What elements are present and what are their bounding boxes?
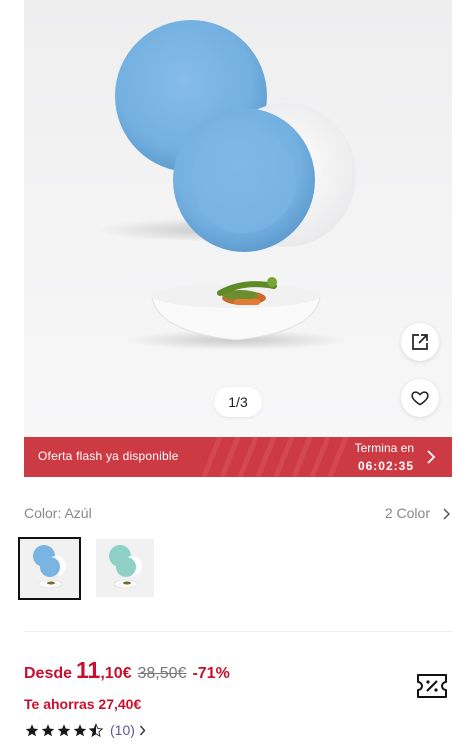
rating-count[interactable]: (10) — [110, 722, 135, 738]
flash-countdown: 06:02:35 — [357, 459, 414, 473]
share-button[interactable] — [401, 323, 439, 361]
star-rating — [24, 722, 104, 738]
product-image-carousel[interactable]: 1/3 — [24, 0, 452, 437]
chevron-right-icon — [427, 450, 436, 464]
product-photo — [98, 20, 356, 350]
color-label: Color: Azúl — [24, 505, 92, 521]
price-row: Desde 11,10€ 38,50€ -71% — [24, 657, 230, 687]
color-count: 2 Color — [384, 505, 430, 521]
flash-sale-banner[interactable]: Oferta flash ya disponible Termina en 06… — [24, 437, 452, 477]
flash-ends-label: Termina en — [354, 441, 414, 455]
star-icon — [41, 723, 55, 736]
discount-badge: -71% — [192, 665, 230, 682]
price-decimal: ,10€ — [100, 665, 132, 682]
coupon-button[interactable] — [415, 671, 449, 701]
star-icon — [57, 723, 71, 736]
flash-sale-label: Oferta flash ya disponible — [38, 449, 179, 463]
rating-row[interactable]: (10) — [24, 721, 146, 739]
price-prefix: Desde — [24, 665, 73, 682]
favorite-button[interactable] — [401, 379, 439, 417]
color-selector-header[interactable]: Color: Azúl 2 Color — [24, 505, 452, 525]
image-counter: 1/3 — [214, 387, 262, 417]
star-icon — [73, 723, 87, 736]
price-integer: 11 — [76, 657, 101, 683]
chevron-right-icon — [443, 508, 450, 520]
original-price: 38,50€ — [137, 665, 187, 682]
color-option-green[interactable] — [96, 539, 154, 597]
heart-icon — [411, 391, 429, 406]
chevron-right-icon — [139, 725, 146, 735]
savings-text: Te ahorras 27,40€ — [24, 696, 142, 712]
thumbnail-image — [96, 539, 154, 597]
half-star-icon — [88, 722, 104, 737]
coupon-icon — [417, 674, 447, 698]
color-option-blue[interactable] — [18, 537, 81, 600]
star-icon — [25, 723, 39, 736]
external-link-icon — [412, 334, 428, 350]
section-divider — [24, 631, 452, 632]
thumbnail-image — [20, 539, 79, 598]
